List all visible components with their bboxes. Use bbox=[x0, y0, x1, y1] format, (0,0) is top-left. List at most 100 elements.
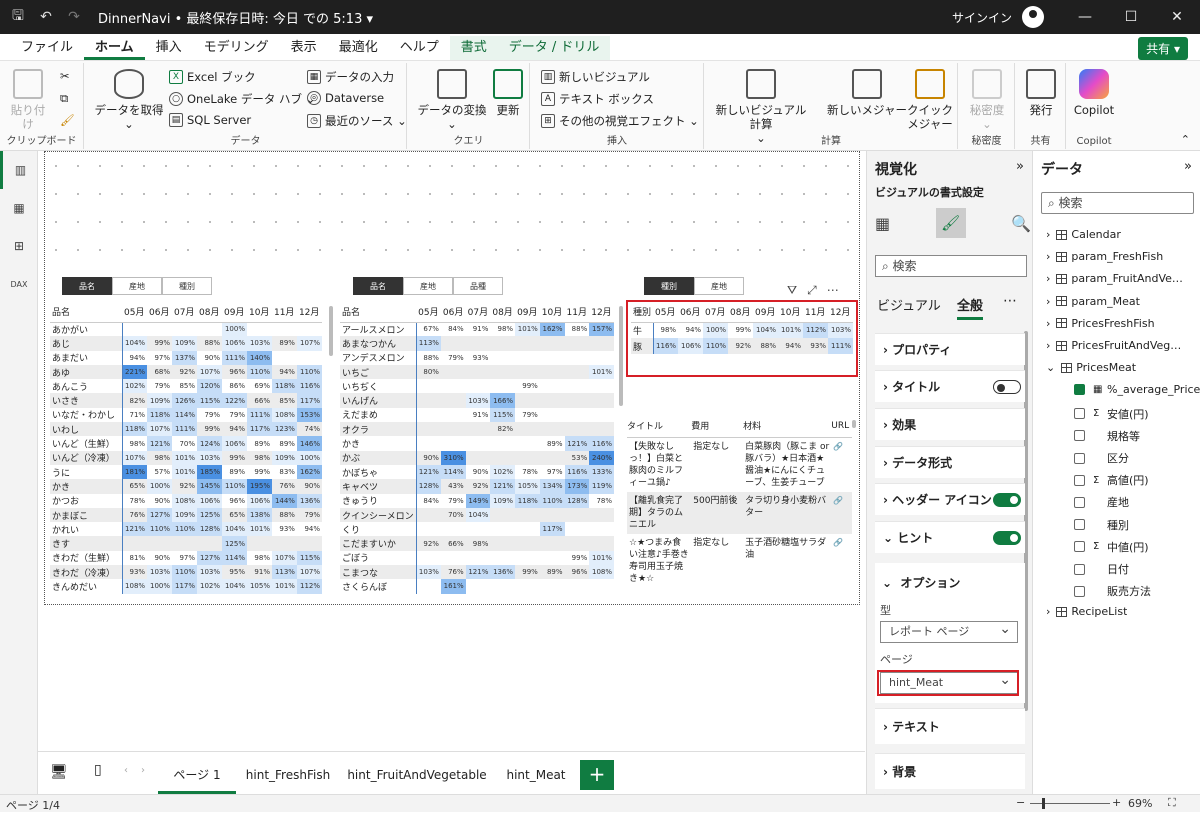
expand-icon[interactable]: › bbox=[1046, 250, 1050, 263]
column-header[interactable]: 06月 bbox=[440, 302, 466, 323]
sql-server-button[interactable]: ▤ SQL Server bbox=[169, 113, 251, 127]
tab-visual[interactable]: ビジュアル bbox=[877, 295, 941, 314]
format-painter-icon[interactable]: 🖌 bbox=[60, 113, 75, 127]
page-tab[interactable]: hint_FreshFish bbox=[238, 760, 338, 794]
save-icon[interactable]: 🖫 bbox=[8, 7, 28, 27]
slicer-button[interactable]: 種別 bbox=[644, 277, 694, 295]
table-row[interactable]: かれい 121% 110% 110% 128% 104% 101% 93% 94% bbox=[50, 522, 322, 537]
section-text[interactable]: › テキスト bbox=[875, 708, 1025, 744]
viz-search-input[interactable]: ⌕ 検索 bbox=[875, 255, 1027, 277]
field-checkbox[interactable] bbox=[1074, 408, 1085, 420]
field-item[interactable]: 規格等 bbox=[1074, 428, 1140, 444]
field-checkbox[interactable] bbox=[1074, 430, 1085, 442]
transform-data-button[interactable]: データの変換 ⌄ bbox=[414, 69, 490, 131]
slicer-button[interactable]: 種別 bbox=[162, 277, 212, 295]
slicer-button[interactable]: 産地 bbox=[403, 277, 453, 295]
column-header[interactable]: 10月 bbox=[539, 302, 565, 323]
table-row[interactable]: いんど（生鮮） 98% 121% 70% 124% 106% 89% 89% 146% bbox=[50, 436, 322, 451]
table-row[interactable]: 【失敗なしっ！】白菜と豚肉のミルフィーユ鍋♪ 指定なし 白菜豚肉（豚こま or豚バラ… bbox=[627, 437, 852, 492]
dax-view-icon[interactable]: DAX bbox=[0, 265, 38, 303]
mobile-layout-icon[interactable]: ▯ bbox=[94, 762, 102, 778]
table-row[interactable]: あじ 104% 99% 109% 88% 106% 103% 89% 107% bbox=[50, 336, 322, 351]
table-item[interactable]: › param_Meat bbox=[1046, 295, 1140, 308]
column-header[interactable]: 11月 bbox=[271, 302, 297, 323]
table-row[interactable]: ☆★つまみ食い注意♪手巻き寿司用玉子焼き★☆ 指定なし 玉子酒砂糖塩サラダ油 🔗 bbox=[627, 534, 852, 588]
field-checkbox[interactable] bbox=[1074, 384, 1085, 396]
enter-data-button[interactable]: ▦ データの入力 bbox=[307, 69, 394, 85]
tooltip-toggle[interactable] bbox=[993, 531, 1021, 545]
section-effects[interactable]: › 効果 bbox=[875, 408, 1025, 440]
link-icon[interactable]: 🔗 bbox=[831, 491, 852, 534]
column-header[interactable]: URL bbox=[831, 415, 852, 438]
zoom-slider-thumb[interactable] bbox=[1042, 798, 1045, 809]
matrix-fruit-vegetable[interactable]: 品名 05月 06月 07月 08月 09月 10月 11月 12月 アールスメロン 67% 84% 9… bbox=[340, 302, 614, 594]
table-row[interactable]: かき 89% 121% 116% bbox=[340, 436, 614, 451]
table-row[interactable]: かまぼこ 76% 127% 109% 125% 65% 138% 88% 79% bbox=[50, 507, 322, 523]
column-header[interactable]: 材料 bbox=[743, 415, 832, 438]
table-view-icon[interactable]: ▦ bbox=[0, 189, 38, 227]
table-row[interactable]: いんげん 103% 166% bbox=[340, 393, 614, 408]
section-options[interactable]: ⌄ オプション bbox=[882, 574, 960, 591]
table-row[interactable]: きわだ（生鮮） 81% 90% 97% 127% 114% 98% 107% 115% bbox=[50, 550, 322, 566]
table-row[interactable]: えだまめ 91% 115% 79% bbox=[340, 407, 614, 423]
focus-mode-icon[interactable]: ⤢ bbox=[807, 283, 817, 298]
field-checkbox[interactable] bbox=[1074, 585, 1085, 597]
sensitivity-button[interactable]: 秘密度 ⌄ bbox=[963, 69, 1011, 131]
field-item[interactable]: 種別 bbox=[1074, 517, 1129, 533]
get-data-button[interactable]: データを取得 ⌄ bbox=[91, 69, 167, 131]
section-tooltip[interactable]: ⌄ ヒント bbox=[875, 521, 1025, 553]
tab-view[interactable]: 表示 bbox=[280, 36, 328, 60]
scrollbar[interactable] bbox=[852, 420, 856, 428]
scrollbar[interactable] bbox=[329, 306, 333, 356]
type-dropdown[interactable]: レポート ページ bbox=[880, 619, 1018, 643]
field-item[interactable]: 日付 bbox=[1074, 561, 1129, 577]
table-item[interactable]: › PricesFreshFish bbox=[1046, 317, 1155, 330]
tab-home[interactable]: ホーム bbox=[84, 36, 145, 60]
more-options-icon[interactable]: ⋯ bbox=[827, 283, 839, 298]
tab-insert[interactable]: 挿入 bbox=[145, 36, 193, 60]
table-row[interactable]: あまなつかん 113% bbox=[340, 336, 614, 351]
maximize-button[interactable]: ☐ bbox=[1108, 9, 1154, 25]
field-checkbox[interactable] bbox=[1074, 496, 1085, 508]
tab-help[interactable]: ヘルプ bbox=[389, 36, 450, 60]
next-page-icon[interactable]: › bbox=[141, 765, 145, 776]
table-row[interactable]: アンデスメロン 88% 79% 93% bbox=[340, 350, 614, 365]
column-header[interactable]: 05月 bbox=[416, 302, 441, 323]
onelake-hub-button[interactable]: ○ OneLake データ ハブ ⌄ bbox=[169, 91, 315, 107]
table-row[interactable]: 【離乳食完了期】タラのムニエル 500円前後 タラ切り身小麦粉バター 🔗 bbox=[627, 491, 852, 534]
table-row[interactable]: かき 65% 100% 92% 145% 110% 195% 76% 90% bbox=[50, 479, 322, 494]
table-item[interactable]: ⌄ PricesMeat bbox=[1046, 361, 1136, 374]
table-item[interactable]: › PricesFruitAndVegetable bbox=[1046, 339, 1183, 352]
table-row[interactable]: かぼちゃ 121% 114% 90% 102% 78% 97% 116% 133% bbox=[340, 464, 614, 480]
recent-sources-button[interactable]: ◷ 最近のソース ⌄ bbox=[307, 113, 407, 129]
column-header[interactable]: 05月 bbox=[122, 302, 148, 323]
slicer-button[interactable]: 品名 bbox=[353, 277, 403, 295]
page-tab[interactable]: ページ 1 bbox=[158, 760, 236, 794]
column-header[interactable]: 09月 bbox=[222, 302, 247, 323]
column-header[interactable]: 品名 bbox=[50, 302, 122, 323]
recipe-table[interactable]: タイトル 費用 材料 URL 【失敗なしっ！】白菜と豚肉のミルフィーユ鍋♪ 指定なし 白菜豚… bbox=[627, 415, 852, 588]
page-tab[interactable]: hint_Meat bbox=[496, 760, 576, 794]
table-row[interactable]: いんど（冷凍） 107% 98% 101% 103% 99% 98% 109% 100% bbox=[50, 450, 322, 465]
table-row[interactable]: キャベツ 128% 43% 92% 121% 105% 134% 173% 119% bbox=[340, 479, 614, 494]
table-row[interactable]: くり 117% bbox=[340, 522, 614, 537]
table-row[interactable]: うに 181% 57% 101% 185% 89% 99% 83% 162% bbox=[50, 464, 322, 480]
avatar[interactable] bbox=[1022, 6, 1044, 28]
table-row[interactable]: かぶ 90% 310% 53% 240% bbox=[340, 450, 614, 465]
expand-icon[interactable]: › bbox=[1046, 295, 1050, 308]
column-header[interactable]: 07月 bbox=[172, 302, 198, 323]
column-header[interactable]: 10月 bbox=[246, 302, 272, 323]
close-button[interactable]: ✕ bbox=[1154, 9, 1200, 25]
column-header[interactable]: 費用 bbox=[691, 415, 744, 438]
expand-icon[interactable]: ⌄ bbox=[1046, 361, 1055, 374]
refresh-button[interactable]: 更新 bbox=[490, 69, 526, 117]
report-view-icon[interactable]: ▥ bbox=[0, 151, 38, 189]
section-background[interactable]: › 背景 bbox=[875, 753, 1025, 789]
desktop-layout-icon[interactable]: 🖥 bbox=[50, 764, 68, 780]
copilot-button[interactable]: Copilot bbox=[1071, 69, 1117, 117]
tab-general[interactable]: 全般 bbox=[957, 295, 984, 320]
field-checkbox[interactable] bbox=[1074, 519, 1085, 531]
collapse-data-icon[interactable]: » bbox=[1184, 159, 1192, 174]
more-tabs-icon[interactable]: ⋯ bbox=[1003, 293, 1017, 309]
format-visual-icon[interactable]: 🖌 bbox=[935, 208, 966, 238]
